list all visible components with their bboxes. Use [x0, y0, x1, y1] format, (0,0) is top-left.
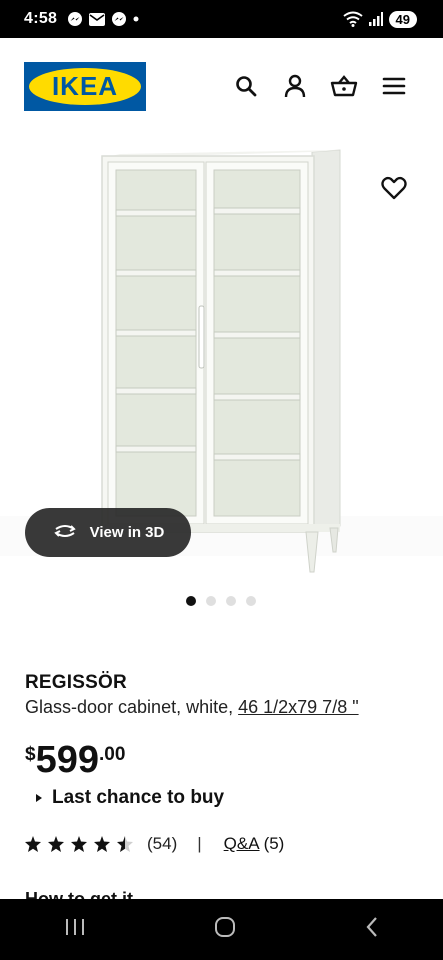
logo-text: IKEA — [51, 71, 119, 101]
qa-link[interactable]: Q&A — [224, 834, 260, 854]
carousel-dot[interactable] — [206, 596, 216, 606]
review-count[interactable]: (54) — [147, 834, 177, 854]
status-time: 4:58 — [24, 10, 58, 27]
messenger-icon — [67, 11, 83, 27]
search-icon[interactable] — [232, 72, 260, 100]
logo-oval: IKEA — [29, 68, 141, 105]
basket-icon[interactable] — [330, 72, 358, 100]
mail-icon — [89, 12, 106, 26]
view-in-3d-label: View in 3D — [89, 524, 165, 541]
battery-indicator: 49 — [388, 10, 417, 28]
view-in-3d-button[interactable]: View in 3D — [25, 508, 191, 557]
ikea-logo[interactable]: IKEA — [24, 62, 146, 111]
availability-label: Last chance to buy — [52, 787, 225, 808]
product-price: $ 599 .00 — [25, 740, 125, 780]
star-icon — [94, 836, 110, 852]
star-icon — [25, 836, 41, 852]
product-description-text: Glass-door cabinet, white, — [25, 697, 239, 717]
signal-icon — [368, 12, 383, 26]
wifi-icon — [342, 11, 363, 27]
product-description: Glass-door cabinet, white, 46 1/2x79 7/8… — [25, 697, 359, 718]
status-bar: 4:58 49 — [0, 0, 443, 38]
system-nav-bar — [0, 899, 443, 960]
price-currency: $ — [25, 744, 36, 765]
back-icon[interactable] — [364, 916, 380, 943]
rotate-3d-icon — [52, 521, 78, 545]
half-star-icon — [117, 836, 133, 852]
heart-icon[interactable] — [380, 175, 408, 203]
carousel-dot[interactable] — [186, 596, 196, 606]
rating-stars[interactable] — [25, 836, 133, 852]
messenger-icon-2 — [111, 11, 127, 27]
star-icon — [48, 836, 64, 852]
carousel-dot[interactable] — [246, 596, 256, 606]
caret-right-icon — [36, 794, 42, 802]
price-integer: 599 — [35, 739, 99, 781]
site-header: IKEA — [0, 38, 443, 136]
price-decimal: .00 — [98, 744, 126, 765]
carousel-dot[interactable] — [226, 596, 236, 606]
image-carousel-dots — [186, 596, 256, 606]
star-icon — [71, 836, 87, 852]
user-icon[interactable] — [281, 72, 309, 100]
recent-apps-icon[interactable] — [63, 917, 87, 942]
home-icon[interactable] — [213, 915, 237, 944]
menu-icon[interactable] — [380, 72, 408, 100]
qa-count: (5) — [263, 834, 285, 853]
rating-separator: | — [197, 834, 202, 853]
rating-row: (54) | Q&A (5) — [25, 834, 284, 854]
product-name: REGISSÖR — [25, 672, 127, 693]
notification-dot-icon — [133, 16, 139, 22]
availability-note[interactable]: Last chance to buy — [36, 787, 224, 809]
product-measurement-link[interactable]: 46 1/2x79 7/8 " — [238, 697, 358, 717]
